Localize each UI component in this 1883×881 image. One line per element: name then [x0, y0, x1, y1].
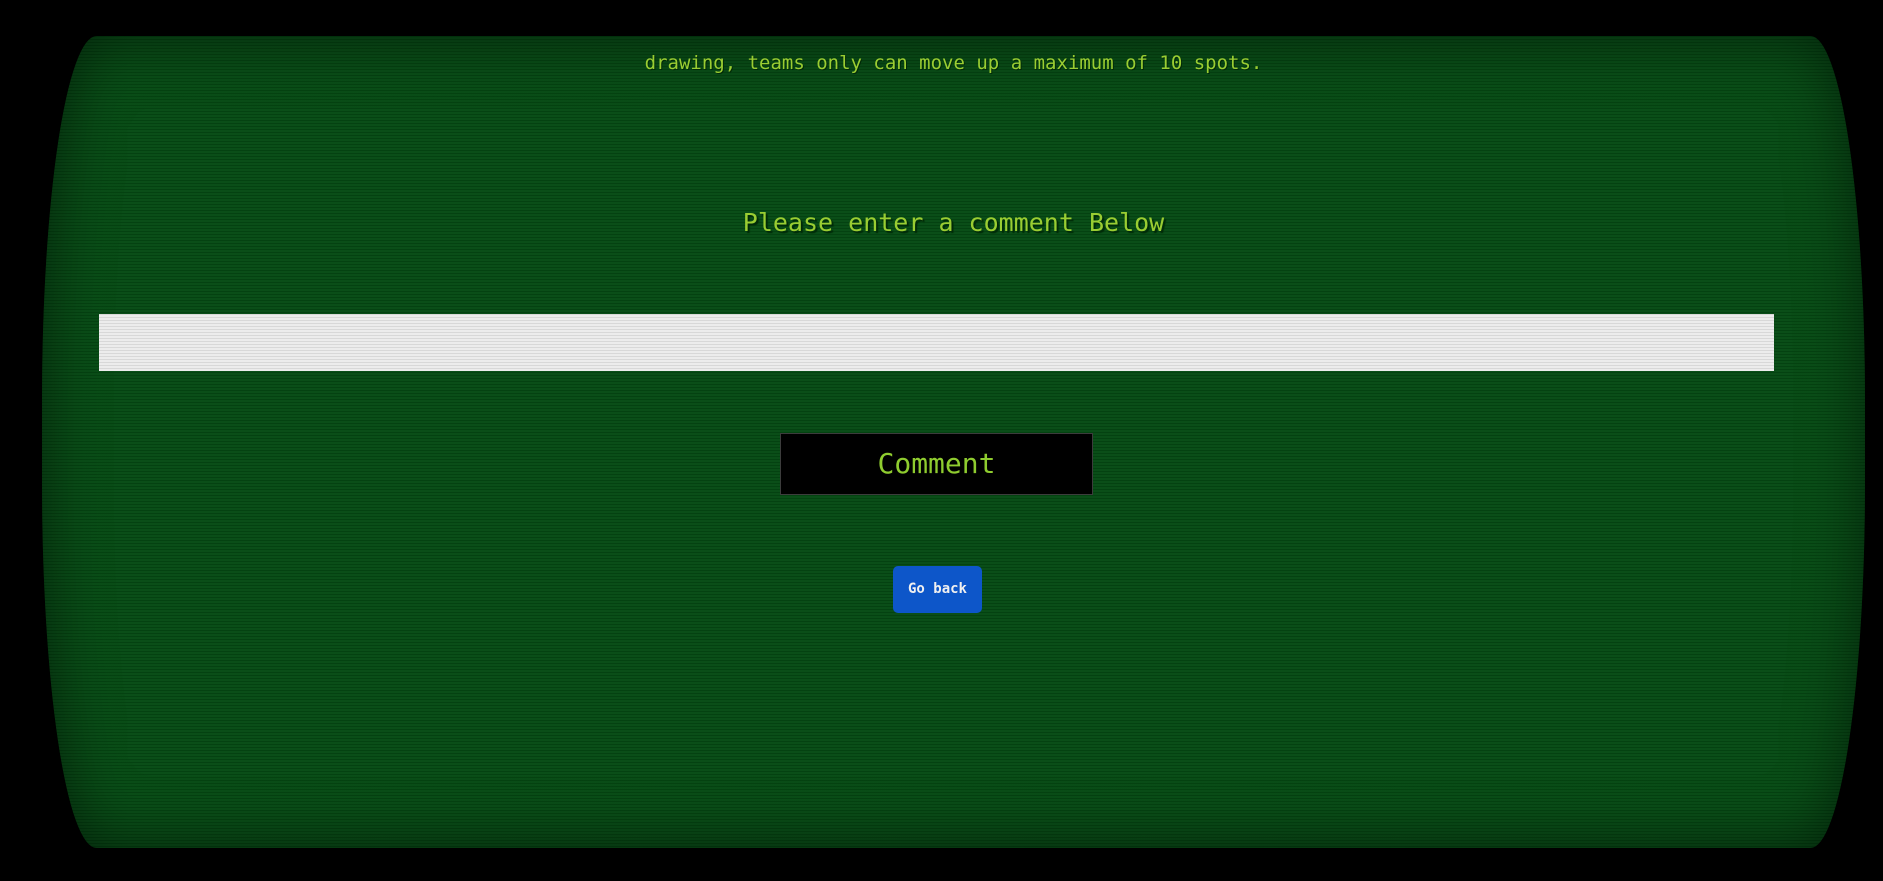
crt-screen: drawing, teams only can move up a maximu…	[42, 36, 1865, 848]
intro-text: drawing, teams only can move up a maximu…	[644, 52, 1263, 74]
comment-input[interactable]	[99, 314, 1774, 371]
comment-button[interactable]: Comment	[780, 433, 1093, 495]
comment-prompt: Please enter a comment Below	[742, 208, 1165, 237]
go-back-button[interactable]: Go back	[893, 566, 982, 613]
